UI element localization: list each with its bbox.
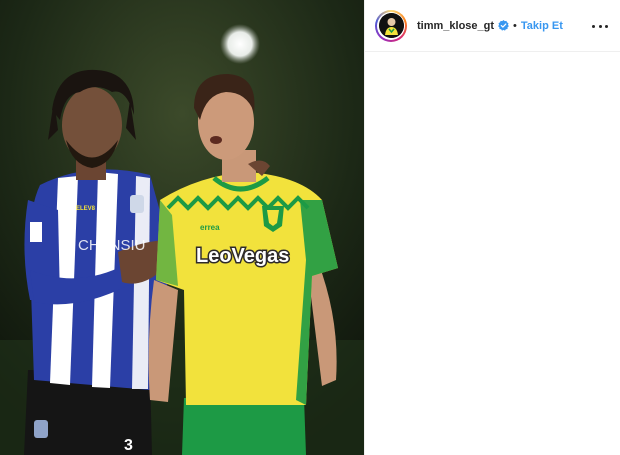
- verified-badge-icon: [498, 20, 509, 31]
- post-photo: CHANSIU ELEV8 3 errea LeoVegas: [0, 0, 364, 455]
- more-options-icon[interactable]: [592, 19, 608, 33]
- story-ring[interactable]: [375, 9, 407, 42]
- username-link[interactable]: timm_klose_gt: [417, 20, 494, 32]
- post-image[interactable]: CHANSIU ELEV8 3 errea LeoVegas: [0, 0, 364, 455]
- ball-shape: [220, 24, 260, 64]
- away-shorts-number: 3: [124, 437, 133, 454]
- separator-dot: •: [513, 19, 517, 32]
- shirt-maker-text: errea: [200, 223, 220, 232]
- away-shirt-sponsor-text: CHANSIU: [78, 237, 146, 254]
- follow-button[interactable]: Takip Et: [521, 20, 563, 32]
- post-side-panel: timm_klose_gt • Takip Et: [364, 0, 620, 455]
- away-shirt-sleeve-text: ELEV8: [76, 206, 96, 212]
- avatar: [378, 13, 404, 38]
- post-header: timm_klose_gt • Takip Et: [365, 0, 620, 52]
- shirt-sponsor-text: LeoVegas: [196, 245, 289, 267]
